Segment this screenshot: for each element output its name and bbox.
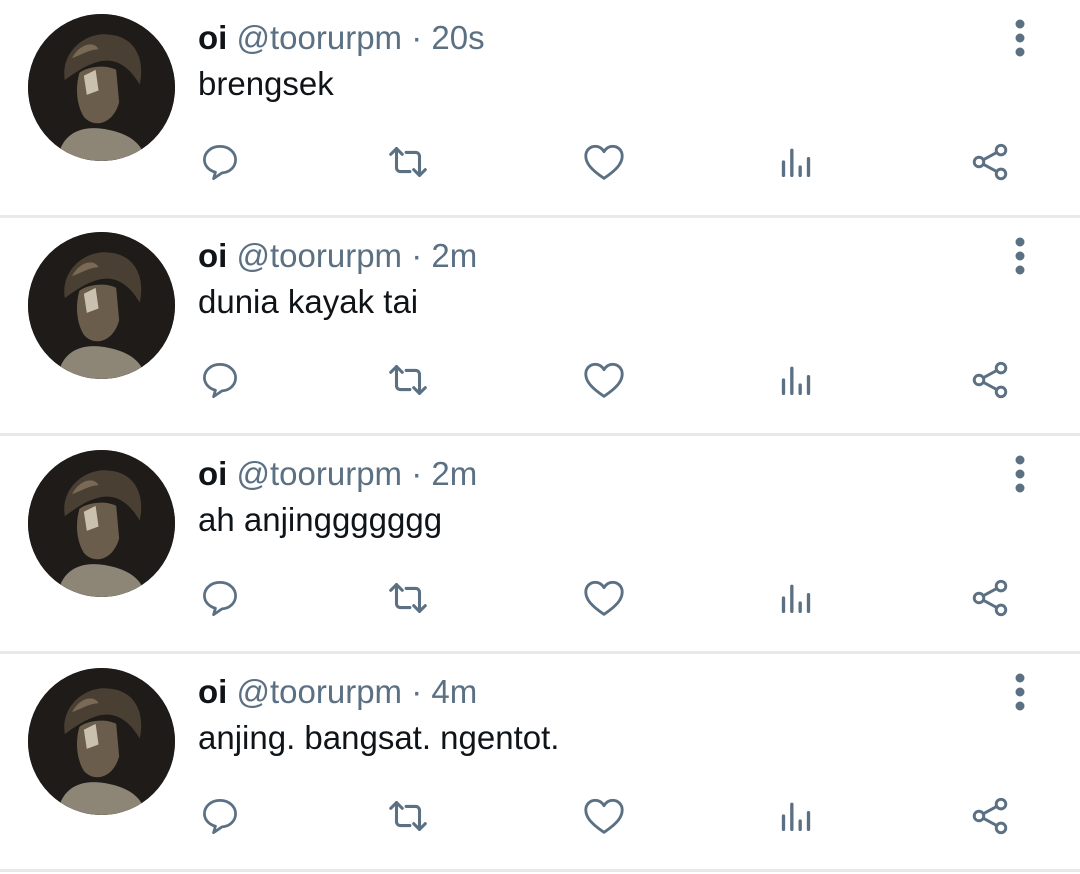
tweet-item[interactable]: oi @toorurpm · 2m dunia kayak tai bbox=[0, 218, 1080, 436]
separator-dot: · bbox=[411, 673, 423, 710]
timestamp[interactable]: 2m bbox=[431, 455, 477, 492]
username[interactable]: @toorurpm bbox=[237, 19, 403, 56]
retweet-icon[interactable] bbox=[384, 138, 432, 186]
tweet-actions bbox=[196, 138, 1036, 188]
share-icon[interactable] bbox=[966, 792, 1014, 840]
analytics-icon[interactable] bbox=[772, 138, 820, 186]
timestamp[interactable]: 20s bbox=[431, 19, 484, 56]
heart-icon[interactable] bbox=[580, 574, 628, 622]
share-icon[interactable] bbox=[966, 138, 1014, 186]
avatar[interactable] bbox=[28, 14, 175, 161]
display-name[interactable]: oi bbox=[198, 19, 227, 56]
tweet-header: oi @toorurpm · 2m bbox=[198, 454, 477, 494]
heart-icon[interactable] bbox=[580, 792, 628, 840]
display-name[interactable]: oi bbox=[198, 237, 227, 274]
reply-icon[interactable] bbox=[196, 574, 244, 622]
avatar-photo bbox=[28, 14, 175, 161]
avatar-photo bbox=[28, 450, 175, 597]
username[interactable]: @toorurpm bbox=[237, 673, 403, 710]
more-vertical-icon[interactable] bbox=[1000, 454, 1040, 494]
tweet-text: anjing. bangsat. ngentot. bbox=[198, 719, 560, 756]
tweet-item[interactable]: oi @toorurpm · 2m ah anjinggggggg bbox=[0, 436, 1080, 654]
tweet-text: dunia kayak tai bbox=[198, 283, 419, 320]
share-icon[interactable] bbox=[966, 356, 1014, 404]
more-vertical-icon[interactable] bbox=[1000, 672, 1040, 712]
avatar-photo bbox=[28, 232, 175, 379]
avatar-photo bbox=[28, 668, 175, 815]
username[interactable]: @toorurpm bbox=[237, 455, 403, 492]
tweet-actions bbox=[196, 792, 1036, 842]
tweet-actions bbox=[196, 356, 1036, 406]
more-vertical-icon[interactable] bbox=[1000, 18, 1040, 58]
heart-icon[interactable] bbox=[580, 138, 628, 186]
analytics-icon[interactable] bbox=[772, 356, 820, 404]
tweet-actions bbox=[196, 574, 1036, 624]
tweet-item[interactable]: oi @toorurpm · 20s brengsek bbox=[0, 0, 1080, 218]
tweet-text: ah anjinggggggg bbox=[198, 501, 443, 538]
tweet-header: oi @toorurpm · 4m bbox=[198, 672, 477, 712]
avatar[interactable] bbox=[28, 450, 175, 597]
reply-icon[interactable] bbox=[196, 356, 244, 404]
avatar[interactable] bbox=[28, 668, 175, 815]
reply-icon[interactable] bbox=[196, 792, 244, 840]
timeline-feed: oi @toorurpm · 20s brengsek oi @toorurpm… bbox=[0, 0, 1080, 874]
analytics-icon[interactable] bbox=[772, 792, 820, 840]
tweet-text: brengsek bbox=[198, 65, 334, 102]
username[interactable]: @toorurpm bbox=[237, 237, 403, 274]
more-vertical-icon[interactable] bbox=[1000, 236, 1040, 276]
retweet-icon[interactable] bbox=[384, 356, 432, 404]
heart-icon[interactable] bbox=[580, 356, 628, 404]
tweet-header: oi @toorurpm · 2m bbox=[198, 236, 477, 276]
display-name[interactable]: oi bbox=[198, 455, 227, 492]
timestamp[interactable]: 2m bbox=[431, 237, 477, 274]
display-name[interactable]: oi bbox=[198, 673, 227, 710]
separator-dot: · bbox=[411, 19, 423, 56]
share-icon[interactable] bbox=[966, 574, 1014, 622]
separator-dot: · bbox=[411, 455, 423, 492]
avatar[interactable] bbox=[28, 232, 175, 379]
tweet-item[interactable]: oi @toorurpm · 4m anjing. bangsat. ngent… bbox=[0, 654, 1080, 872]
reply-icon[interactable] bbox=[196, 138, 244, 186]
tweet-header: oi @toorurpm · 20s bbox=[198, 18, 485, 58]
analytics-icon[interactable] bbox=[772, 574, 820, 622]
timestamp[interactable]: 4m bbox=[431, 673, 477, 710]
retweet-icon[interactable] bbox=[384, 574, 432, 622]
retweet-icon[interactable] bbox=[384, 792, 432, 840]
separator-dot: · bbox=[411, 237, 423, 274]
